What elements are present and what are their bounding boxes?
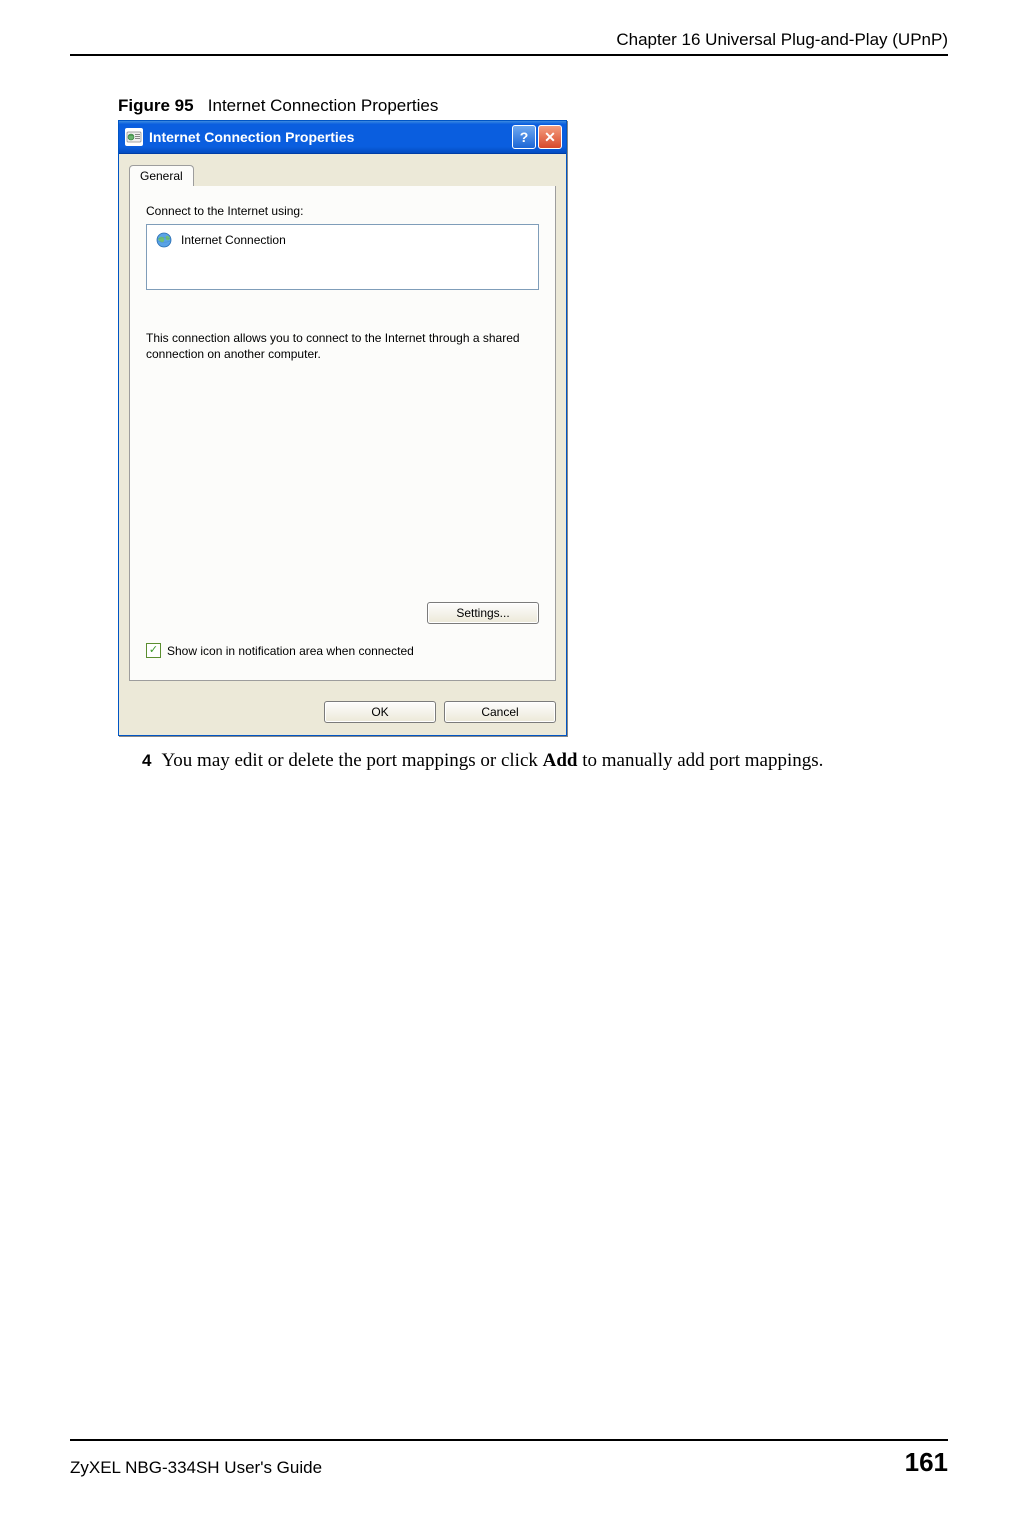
- connect-using-label: Connect to the Internet using:: [146, 204, 539, 218]
- show-icon-label: Show icon in notification area when conn…: [167, 644, 414, 658]
- globe-icon: [155, 231, 173, 249]
- step-number: 4: [142, 751, 151, 770]
- figure-title: Internet Connection Properties: [208, 96, 439, 115]
- instruction-step-4: 4 You may edit or delete the port mapping…: [142, 748, 948, 774]
- properties-icon: [125, 128, 143, 146]
- show-icon-checkbox[interactable]: ✓: [146, 643, 161, 658]
- step-text-bold: Add: [543, 750, 578, 771]
- settings-button[interactable]: Settings...: [427, 602, 539, 624]
- figure-caption: Figure 95 Internet Connection Properties: [118, 96, 948, 116]
- dialog-window: Internet Connection Properties ? ✕ Gener…: [118, 120, 567, 736]
- connection-item[interactable]: Internet Connection: [151, 229, 534, 251]
- show-icon-row[interactable]: ✓ Show icon in notification area when co…: [146, 643, 414, 658]
- chapter-header: Chapter 16 Universal Plug-and-Play (UPnP…: [70, 30, 948, 50]
- connection-description: This connection allows you to connect to…: [146, 330, 539, 362]
- close-button[interactable]: ✕: [538, 125, 562, 149]
- titlebar[interactable]: Internet Connection Properties ? ✕: [119, 121, 566, 154]
- ok-button[interactable]: OK: [324, 701, 436, 723]
- tab-general[interactable]: General: [129, 165, 194, 186]
- cancel-button[interactable]: Cancel: [444, 701, 556, 723]
- header-rule: [70, 54, 948, 56]
- guide-name: ZyXEL NBG-334SH User's Guide: [70, 1458, 322, 1478]
- step-text-post: to manually add port mappings.: [578, 750, 824, 771]
- help-button[interactable]: ?: [512, 125, 536, 149]
- footer-rule: [70, 1439, 948, 1441]
- step-text-pre: You may edit or delete the port mappings…: [161, 750, 542, 771]
- tab-panel-general: Connect to the Internet using: Internet …: [129, 186, 556, 681]
- tab-strip: General: [129, 165, 556, 187]
- connection-item-label: Internet Connection: [181, 233, 286, 247]
- connection-listbox[interactable]: Internet Connection: [146, 224, 539, 290]
- dialog-footer: OK Cancel: [119, 691, 566, 735]
- page-footer: ZyXEL NBG-334SH User's Guide 161: [70, 1439, 948, 1478]
- window-title: Internet Connection Properties: [149, 129, 512, 145]
- figure-label: Figure 95: [118, 96, 194, 115]
- page-number: 161: [905, 1447, 948, 1478]
